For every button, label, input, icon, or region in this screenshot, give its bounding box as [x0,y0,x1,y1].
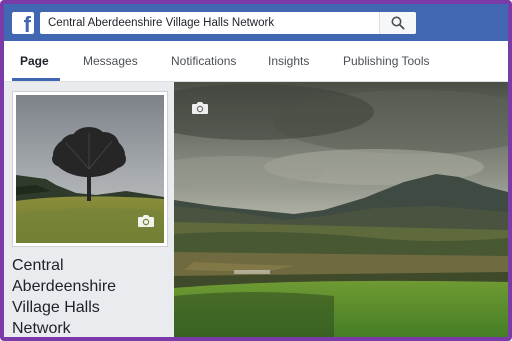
search-button[interactable] [379,12,416,34]
tab-notifications[interactable]: Notifications [171,41,236,81]
profile-photo[interactable] [16,95,164,243]
page-name-line: Network [12,320,71,337]
tab-insights[interactable]: Insights [268,41,309,81]
tab-page[interactable]: Page [20,41,49,81]
active-tab-indicator [12,78,60,81]
page-name-line: Central [12,257,64,274]
camera-icon[interactable] [137,214,155,233]
page-name-line: Aberdeenshire [12,278,117,295]
search-field[interactable]: Central Aberdeenshire Village Halls Netw… [40,12,416,34]
search-input[interactable]: Central Aberdeenshire Village Halls Netw… [48,12,274,34]
profile-picture-card[interactable] [12,91,168,247]
page-name-line: Village Halls [12,299,100,316]
tab-messages[interactable]: Messages [83,41,138,81]
browser-frame: f Central Aberdeenshire Village Halls Ne… [0,0,512,341]
left-column: Central Aberdeenshire Village Halls Netw… [4,82,174,337]
page-name[interactable]: Central Aberdeenshire Village Halls Netw… [12,255,162,337]
cover-photo-image [174,82,508,337]
facebook-f-icon[interactable]: f [12,12,34,36]
cover-photo[interactable] [174,82,508,337]
page-tabs: Page Messages Notifications Insights Pub… [4,41,508,82]
camera-icon[interactable] [191,101,209,120]
top-navigation-bar: f Central Aberdeenshire Village Halls Ne… [4,4,508,41]
search-icon [391,16,405,30]
tab-publishing-tools[interactable]: Publishing Tools [343,41,430,81]
